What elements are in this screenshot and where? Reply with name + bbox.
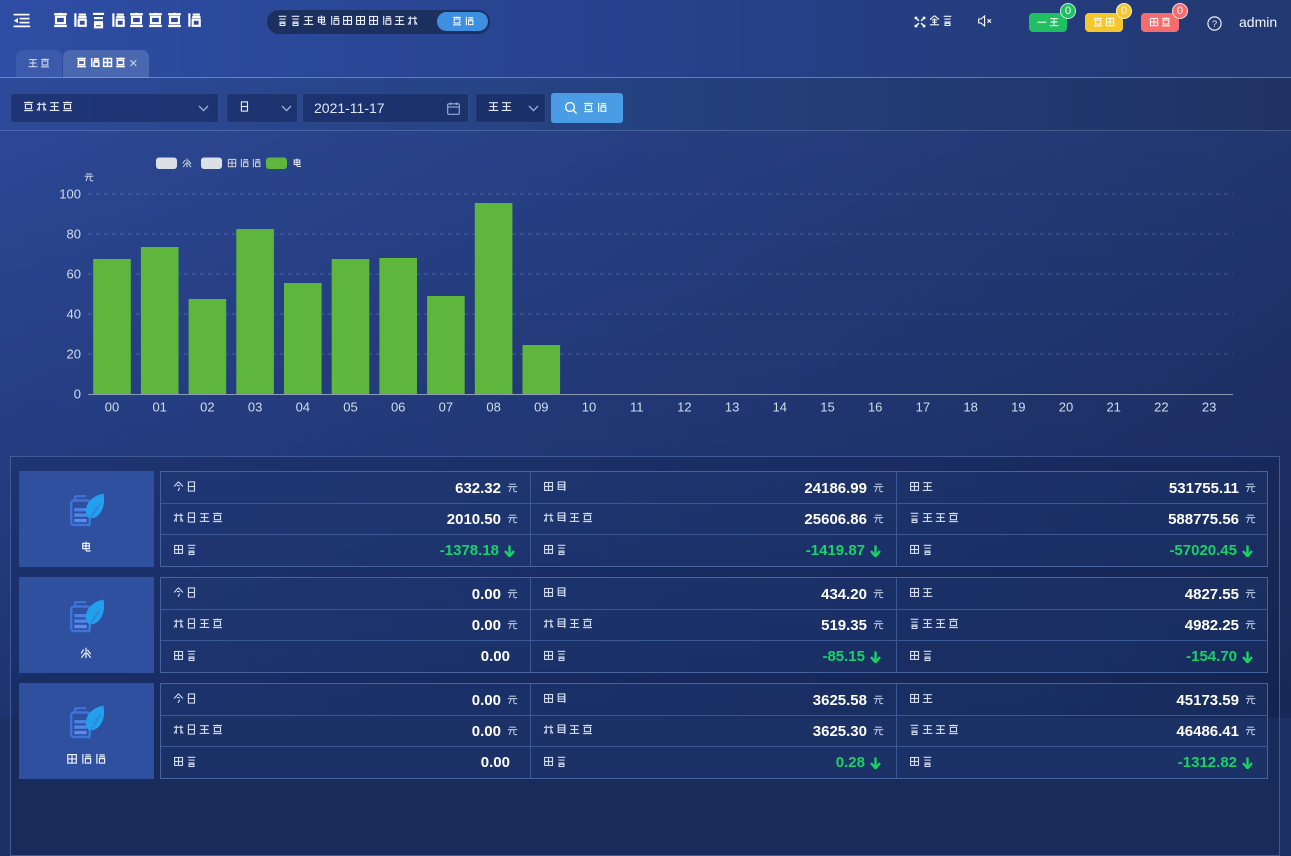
svg-text:21: 21 <box>1106 400 1120 415</box>
svg-text:23: 23 <box>1202 400 1216 415</box>
svg-text:?: ? <box>1212 19 1217 30</box>
svg-text:02: 02 <box>200 400 214 415</box>
svg-text:17: 17 <box>916 400 930 415</box>
svg-text:20: 20 <box>67 347 81 362</box>
svg-text:80: 80 <box>67 227 81 242</box>
svg-text:60: 60 <box>67 267 81 282</box>
svg-text:18: 18 <box>963 400 977 415</box>
svg-text:13: 13 <box>725 400 739 415</box>
svg-text:16: 16 <box>868 400 882 415</box>
svg-text:06: 06 <box>391 400 405 415</box>
svg-text:04: 04 <box>296 400 310 415</box>
svg-text:14: 14 <box>773 400 787 415</box>
svg-text:11: 11 <box>630 400 644 415</box>
svg-text:15: 15 <box>820 400 834 415</box>
svg-text:07: 07 <box>439 400 453 415</box>
svg-text:00: 00 <box>105 400 119 415</box>
svg-text:19: 19 <box>1011 400 1025 415</box>
svg-text:03: 03 <box>248 400 262 415</box>
svg-text:01: 01 <box>152 400 166 415</box>
svg-text:22: 22 <box>1154 400 1168 415</box>
svg-text:08: 08 <box>486 400 500 415</box>
svg-text:09: 09 <box>534 400 548 415</box>
svg-text:12: 12 <box>677 400 691 415</box>
svg-text:100: 100 <box>59 187 81 202</box>
svg-text:10: 10 <box>582 400 596 415</box>
svg-text:20: 20 <box>1059 400 1073 415</box>
svg-text:0: 0 <box>74 387 81 402</box>
svg-text:05: 05 <box>343 400 357 415</box>
svg-text:40: 40 <box>67 307 81 322</box>
